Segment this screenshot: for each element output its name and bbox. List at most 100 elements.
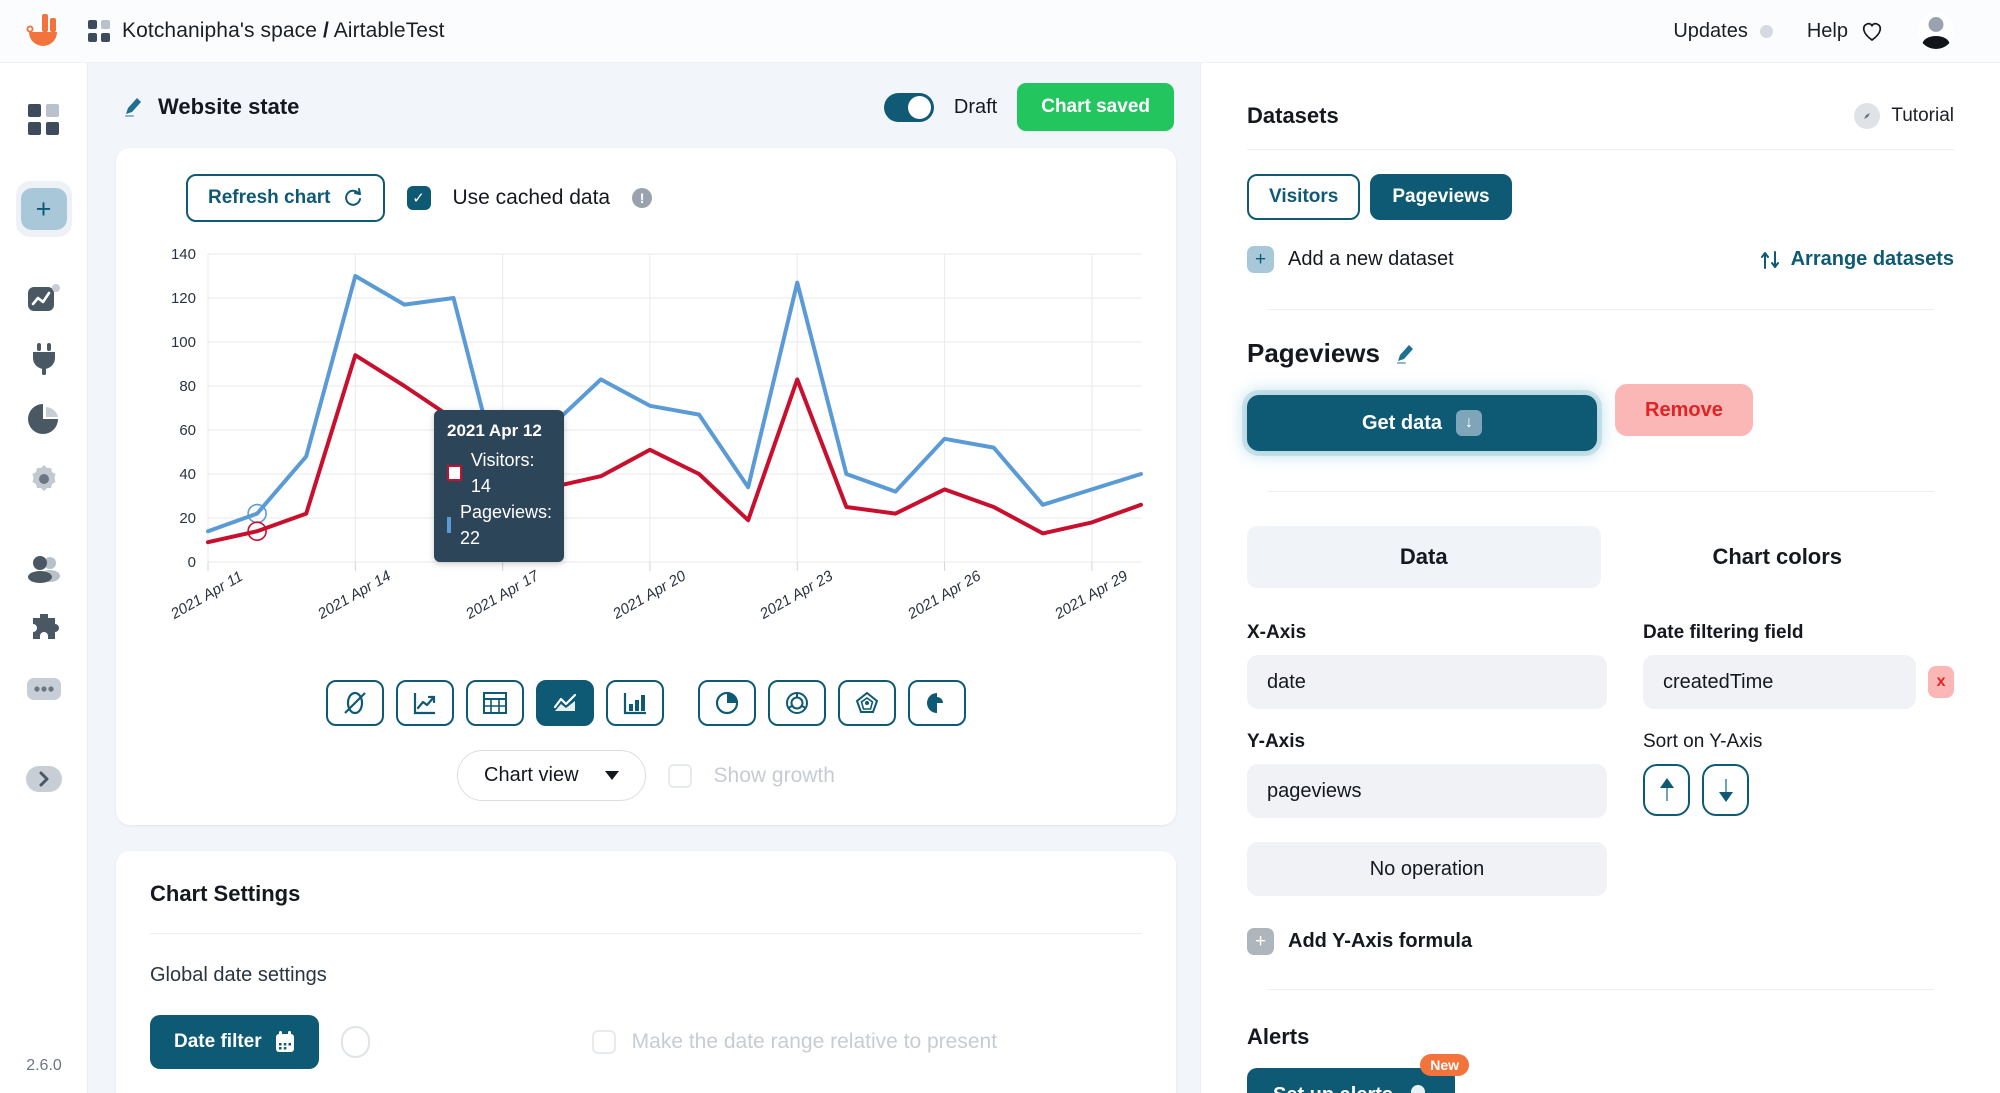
chart-type-spacer [676, 680, 686, 726]
dataset-tabs: Visitors Pageviews [1247, 174, 1954, 220]
x-clear-icon[interactable]: x [1928, 666, 1954, 698]
chart-view-select[interactable]: Chart view [457, 750, 646, 801]
dashboard-grid-icon [28, 103, 59, 135]
app-logo[interactable] [0, 13, 88, 49]
chart-type-table[interactable] [466, 680, 524, 726]
x-axis-label: X-Axis [1247, 622, 1307, 643]
compass-icon [1854, 103, 1881, 129]
y-axis-input[interactable]: pageviews [1247, 764, 1607, 818]
chart-view-row: Chart view Show growth [146, 750, 1146, 801]
chart-type-bar[interactable] [606, 680, 664, 726]
pencil-icon[interactable] [122, 96, 144, 118]
date-filtering-field-label: Date filtering field [1643, 622, 1804, 643]
operation-select[interactable]: No operation [1247, 842, 1607, 896]
dataset-buttons-row: Get data ↓ Remove [1247, 369, 1954, 451]
refresh-icon [344, 188, 361, 206]
breadcrumb-workspace[interactable]: Kotchanipha's space [122, 19, 317, 42]
line-chart-svg: 0 20 40 60 80 100 120 140 [171, 246, 1143, 571]
chart-type-doughnut[interactable] [768, 680, 826, 726]
info-icon[interactable]: ! [632, 188, 653, 208]
sidebar-item-add[interactable]: + [15, 181, 72, 237]
sidebar-item-reports[interactable] [16, 391, 72, 447]
sidebar-item-settings[interactable] [16, 451, 72, 507]
top-bar: Kotchanipha's space / AirtableTest Updat… [0, 0, 2000, 63]
divider [1247, 149, 1954, 150]
setup-alerts-button[interactable]: Set up alerts New [1247, 1054, 1470, 1093]
connections-plug-icon [32, 343, 55, 375]
charts-icon [27, 284, 60, 311]
breadcrumb-project[interactable]: AirtableTest [334, 19, 445, 42]
datasets-title: Datasets [1247, 103, 1339, 128]
chart-plot: 0 20 40 60 80 100 120 140 2021 Apr 12 Visitors:… [146, 244, 1146, 604]
chart-type-no-chart[interactable] [326, 680, 384, 726]
chart-type-line-area[interactable] [536, 680, 594, 726]
pie-chart-icon [27, 404, 58, 434]
polar-chart-icon [927, 693, 943, 713]
table-icon [483, 692, 507, 714]
add-formula-label[interactable]: Add Y-Axis formula [1288, 930, 1472, 953]
sidebar-item-team[interactable] [16, 541, 72, 597]
setup-alerts-label: Set up alerts [1273, 1084, 1393, 1093]
chart-type-kpi-trend[interactable] [396, 680, 454, 726]
sidebar-item-more[interactable] [16, 661, 72, 717]
arrow-down-icon [1718, 779, 1733, 802]
chart-view-value: Chart view [484, 764, 579, 786]
updates-button[interactable]: Updates [1673, 20, 1773, 43]
arrow-up-icon [1659, 778, 1674, 801]
sort-arrows-icon [1760, 250, 1779, 269]
draft-toggle[interactable] [883, 92, 934, 122]
x-axis-input[interactable]: date [1247, 655, 1607, 709]
chart-card: Refresh chart Use cached data ! 0 20 40 60 8… [116, 148, 1176, 825]
tutorial-button[interactable]: Tutorial [1854, 103, 1954, 129]
add-dataset-label[interactable]: Add a new dataset [1288, 248, 1454, 271]
relative-range-checkbox[interactable] [591, 1030, 616, 1054]
date-filtering-field-input[interactable]: createdTime [1643, 655, 1917, 709]
sidebar-item-dashboard[interactable] [16, 91, 72, 147]
dataset-actions-row: + Add a new dataset Arrange datasets [1247, 246, 1954, 273]
date-filter-toggle[interactable] [340, 1026, 370, 1058]
chart-settings-title: Chart Settings [150, 881, 301, 906]
remove-dataset-button[interactable]: Remove [1615, 384, 1753, 436]
tooltip-swatch-visitors [447, 464, 462, 481]
breadcrumb-separator: / [322, 19, 329, 42]
sidebar-item-charts[interactable] [16, 271, 72, 327]
sidebar-expand-button[interactable] [16, 751, 72, 807]
relative-range-label: Make the date range relative to present [631, 1030, 998, 1053]
sidebar-item-integrations[interactable] [16, 601, 72, 657]
left-rail: + 2.6.0 [0, 63, 88, 1093]
show-growth-checkbox[interactable] [667, 763, 692, 788]
divider [1267, 989, 1934, 990]
doughnut-chart-icon [786, 692, 808, 714]
tab-data[interactable]: Data [1247, 526, 1601, 588]
refresh-chart-button[interactable]: Refresh chart [186, 174, 385, 222]
team-icon [27, 556, 60, 583]
pencil-icon[interactable] [1394, 343, 1416, 365]
dataset-name-row: Pageviews [1247, 338, 1954, 369]
heart-icon [1862, 22, 1882, 42]
no-chart-icon [344, 691, 366, 715]
dataset-tab-visitors[interactable]: Visitors [1247, 174, 1361, 220]
help-label: Help [1806, 19, 1848, 42]
use-cached-data-checkbox[interactable] [406, 186, 431, 210]
add-formula-icon[interactable]: + [1247, 928, 1274, 955]
dataset-tab-pageviews[interactable]: Pageviews [1370, 174, 1512, 220]
avatar[interactable] [1918, 13, 1954, 49]
chart-saved-button[interactable]: Chart saved [1017, 83, 1174, 131]
tab-chart-colors[interactable]: Chart colors [1601, 526, 1955, 588]
chart-type-polar[interactable] [908, 680, 966, 726]
page-title: Website state [158, 94, 300, 119]
chart-type-pie[interactable] [698, 680, 756, 726]
get-data-button[interactable]: Get data ↓ [1247, 395, 1597, 451]
date-filter-button[interactable]: Date filter [150, 1015, 319, 1069]
add-dataset-icon[interactable]: + [1247, 246, 1274, 273]
global-date-settings-label: Global date settings [150, 964, 327, 986]
sort-descending-button[interactable] [1702, 764, 1749, 816]
arrange-datasets-button[interactable]: Arrange datasets [1759, 248, 1954, 271]
sidebar-item-connections[interactable] [16, 331, 72, 387]
help-button[interactable]: Help [1807, 20, 1884, 43]
chart-type-radar[interactable] [838, 680, 896, 726]
sort-ascending-button[interactable] [1643, 764, 1690, 816]
tutorial-label: Tutorial [1891, 105, 1954, 126]
calendar-icon [275, 1031, 294, 1052]
pie-chart-icon [715, 691, 739, 715]
